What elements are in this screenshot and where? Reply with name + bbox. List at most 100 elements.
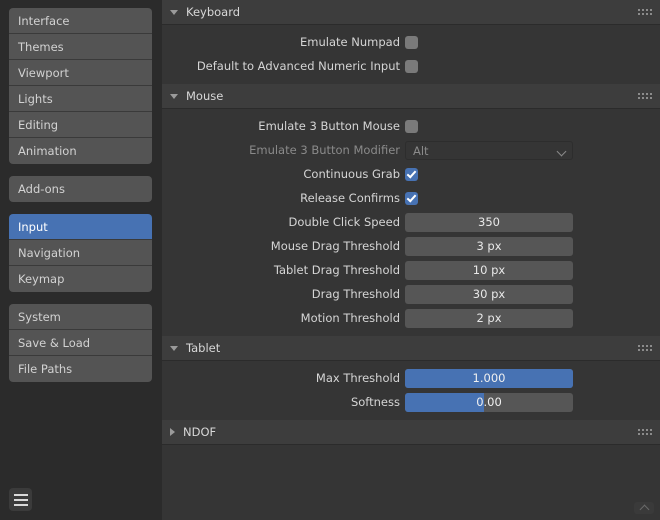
sidebar-group: InputNavigationKeymap	[9, 214, 152, 292]
grip-dot	[638, 349, 640, 351]
settings-row: Max Threshold1.000	[162, 367, 660, 389]
sidebar-group: Add-ons	[9, 176, 152, 202]
grip-dot	[650, 345, 652, 347]
hamburger-bar	[14, 494, 28, 496]
hamburger-menu-icon[interactable]	[9, 488, 32, 511]
drag-grip-icon[interactable]	[638, 9, 652, 15]
preferences-window: InterfaceThemesViewportLightsEditingAnim…	[0, 0, 660, 520]
sidebar-item-lights[interactable]: Lights	[9, 86, 152, 112]
row-control: 10 px	[405, 261, 573, 280]
settings-row: Motion Threshold2 px	[162, 307, 660, 329]
grip-dot	[642, 429, 644, 431]
row-label: Motion Threshold	[162, 311, 405, 325]
drag-grip-icon[interactable]	[638, 93, 652, 99]
dropdown-emulate-3-button-modifier[interactable]: Alt	[405, 141, 573, 160]
section-title: Keyboard	[186, 5, 240, 19]
settings-row: Softness0.00	[162, 391, 660, 413]
grip-dot	[650, 349, 652, 351]
row-label: Double Click Speed	[162, 215, 405, 229]
dropdown-value: Alt	[413, 144, 429, 158]
sidebar-item-input[interactable]: Input	[9, 214, 152, 240]
settings-row: Default to Advanced Numeric Input	[162, 55, 660, 77]
checkbox-continuous-grab[interactable]	[405, 168, 418, 181]
checkbox-wrapper	[405, 192, 573, 205]
sidebar-group: InterfaceThemesViewportLightsEditingAnim…	[9, 8, 152, 164]
row-control: 350	[405, 213, 573, 232]
grip-dot	[642, 349, 644, 351]
field-motion-threshold[interactable]: 2 px	[405, 309, 573, 328]
sidebar-item-viewport[interactable]: Viewport	[9, 60, 152, 86]
chevron-up-icon[interactable]	[634, 502, 654, 514]
settings-row: Tablet Drag Threshold10 px	[162, 259, 660, 281]
row-label: Emulate 3 Button Modifier	[162, 143, 405, 157]
slider-value: 1.000	[405, 369, 573, 388]
grip-dot	[638, 433, 640, 435]
row-control: 30 px	[405, 285, 573, 304]
chevron-down-icon[interactable]	[170, 94, 178, 99]
settings-row: Emulate Numpad	[162, 31, 660, 53]
field-tablet-drag-threshold[interactable]: 10 px	[405, 261, 573, 280]
chevron-right-icon[interactable]	[170, 428, 175, 436]
sidebar-item-keymap[interactable]: Keymap	[9, 266, 152, 292]
checkbox-emulate-3-button-mouse[interactable]	[405, 120, 418, 133]
row-control	[405, 120, 573, 133]
empty-panel-area	[162, 445, 660, 520]
sidebar-item-interface[interactable]: Interface	[9, 8, 152, 34]
settings-row: Release Confirms	[162, 187, 660, 209]
hamburger-bar	[14, 499, 28, 501]
sidebar-item-system[interactable]: System	[9, 304, 152, 330]
slider-softness[interactable]: 0.00	[405, 393, 573, 412]
row-control: Alt	[405, 141, 573, 160]
section-title: Mouse	[186, 89, 223, 103]
field-double-click-speed[interactable]: 350	[405, 213, 573, 232]
grip-dot	[646, 349, 648, 351]
drag-grip-icon[interactable]	[638, 345, 652, 351]
drag-grip-icon[interactable]	[638, 429, 652, 435]
preferences-sidebar: InterfaceThemesViewportLightsEditingAnim…	[0, 0, 162, 520]
grip-dot	[646, 345, 648, 347]
sidebar-item-navigation[interactable]: Navigation	[9, 240, 152, 266]
chevron-down-icon[interactable]	[170, 346, 178, 351]
sidebar-item-add-ons[interactable]: Add-ons	[9, 176, 152, 202]
grip-dot	[638, 97, 640, 99]
section-header-tablet[interactable]: Tablet	[162, 336, 660, 361]
row-control	[405, 168, 573, 181]
section-header-mouse[interactable]: Mouse	[162, 84, 660, 109]
row-control	[405, 60, 573, 73]
chevron-down-icon	[557, 146, 567, 156]
grip-dot	[646, 97, 648, 99]
grip-dot	[650, 9, 652, 11]
sections-container: Keyboard Emulate Numpad Default to Advance…	[162, 0, 660, 520]
sidebar-item-themes[interactable]: Themes	[9, 34, 152, 60]
section-header-ndof[interactable]: NDOF	[162, 420, 660, 445]
grip-dot	[646, 429, 648, 431]
field-drag-threshold[interactable]: 30 px	[405, 285, 573, 304]
row-label: Default to Advanced Numeric Input	[162, 59, 405, 73]
grip-dot	[638, 345, 640, 347]
section-title: NDOF	[183, 425, 216, 439]
checkbox-release-confirms[interactable]	[405, 192, 418, 205]
field-mouse-drag-threshold[interactable]: 3 px	[405, 237, 573, 256]
sidebar-item-animation[interactable]: Animation	[9, 138, 152, 164]
settings-row: Emulate 3 Button Mouse	[162, 115, 660, 137]
settings-row: Continuous Grab	[162, 163, 660, 185]
row-label: Continuous Grab	[162, 167, 405, 181]
row-control: 1.000	[405, 369, 573, 388]
section-header-keyboard[interactable]: Keyboard	[162, 0, 660, 25]
checkbox-default-to-advanced-numeric-input[interactable]	[405, 60, 418, 73]
checkbox-emulate-numpad[interactable]	[405, 36, 418, 49]
grip-dot	[638, 13, 640, 15]
preferences-main-panel: Keyboard Emulate Numpad Default to Advance…	[162, 0, 660, 520]
grip-dot	[642, 13, 644, 15]
sidebar-item-save-load[interactable]: Save & Load	[9, 330, 152, 356]
grip-dot	[650, 433, 652, 435]
chevron-down-icon[interactable]	[170, 10, 178, 15]
row-label: Drag Threshold	[162, 287, 405, 301]
checkbox-wrapper	[405, 60, 573, 73]
settings-row: Emulate 3 Button Modifier Alt	[162, 139, 660, 161]
sidebar-item-file-paths[interactable]: File Paths	[9, 356, 152, 382]
row-control	[405, 192, 573, 205]
slider-max-threshold[interactable]: 1.000	[405, 369, 573, 388]
hamburger-bar	[14, 504, 28, 506]
sidebar-item-editing[interactable]: Editing	[9, 112, 152, 138]
